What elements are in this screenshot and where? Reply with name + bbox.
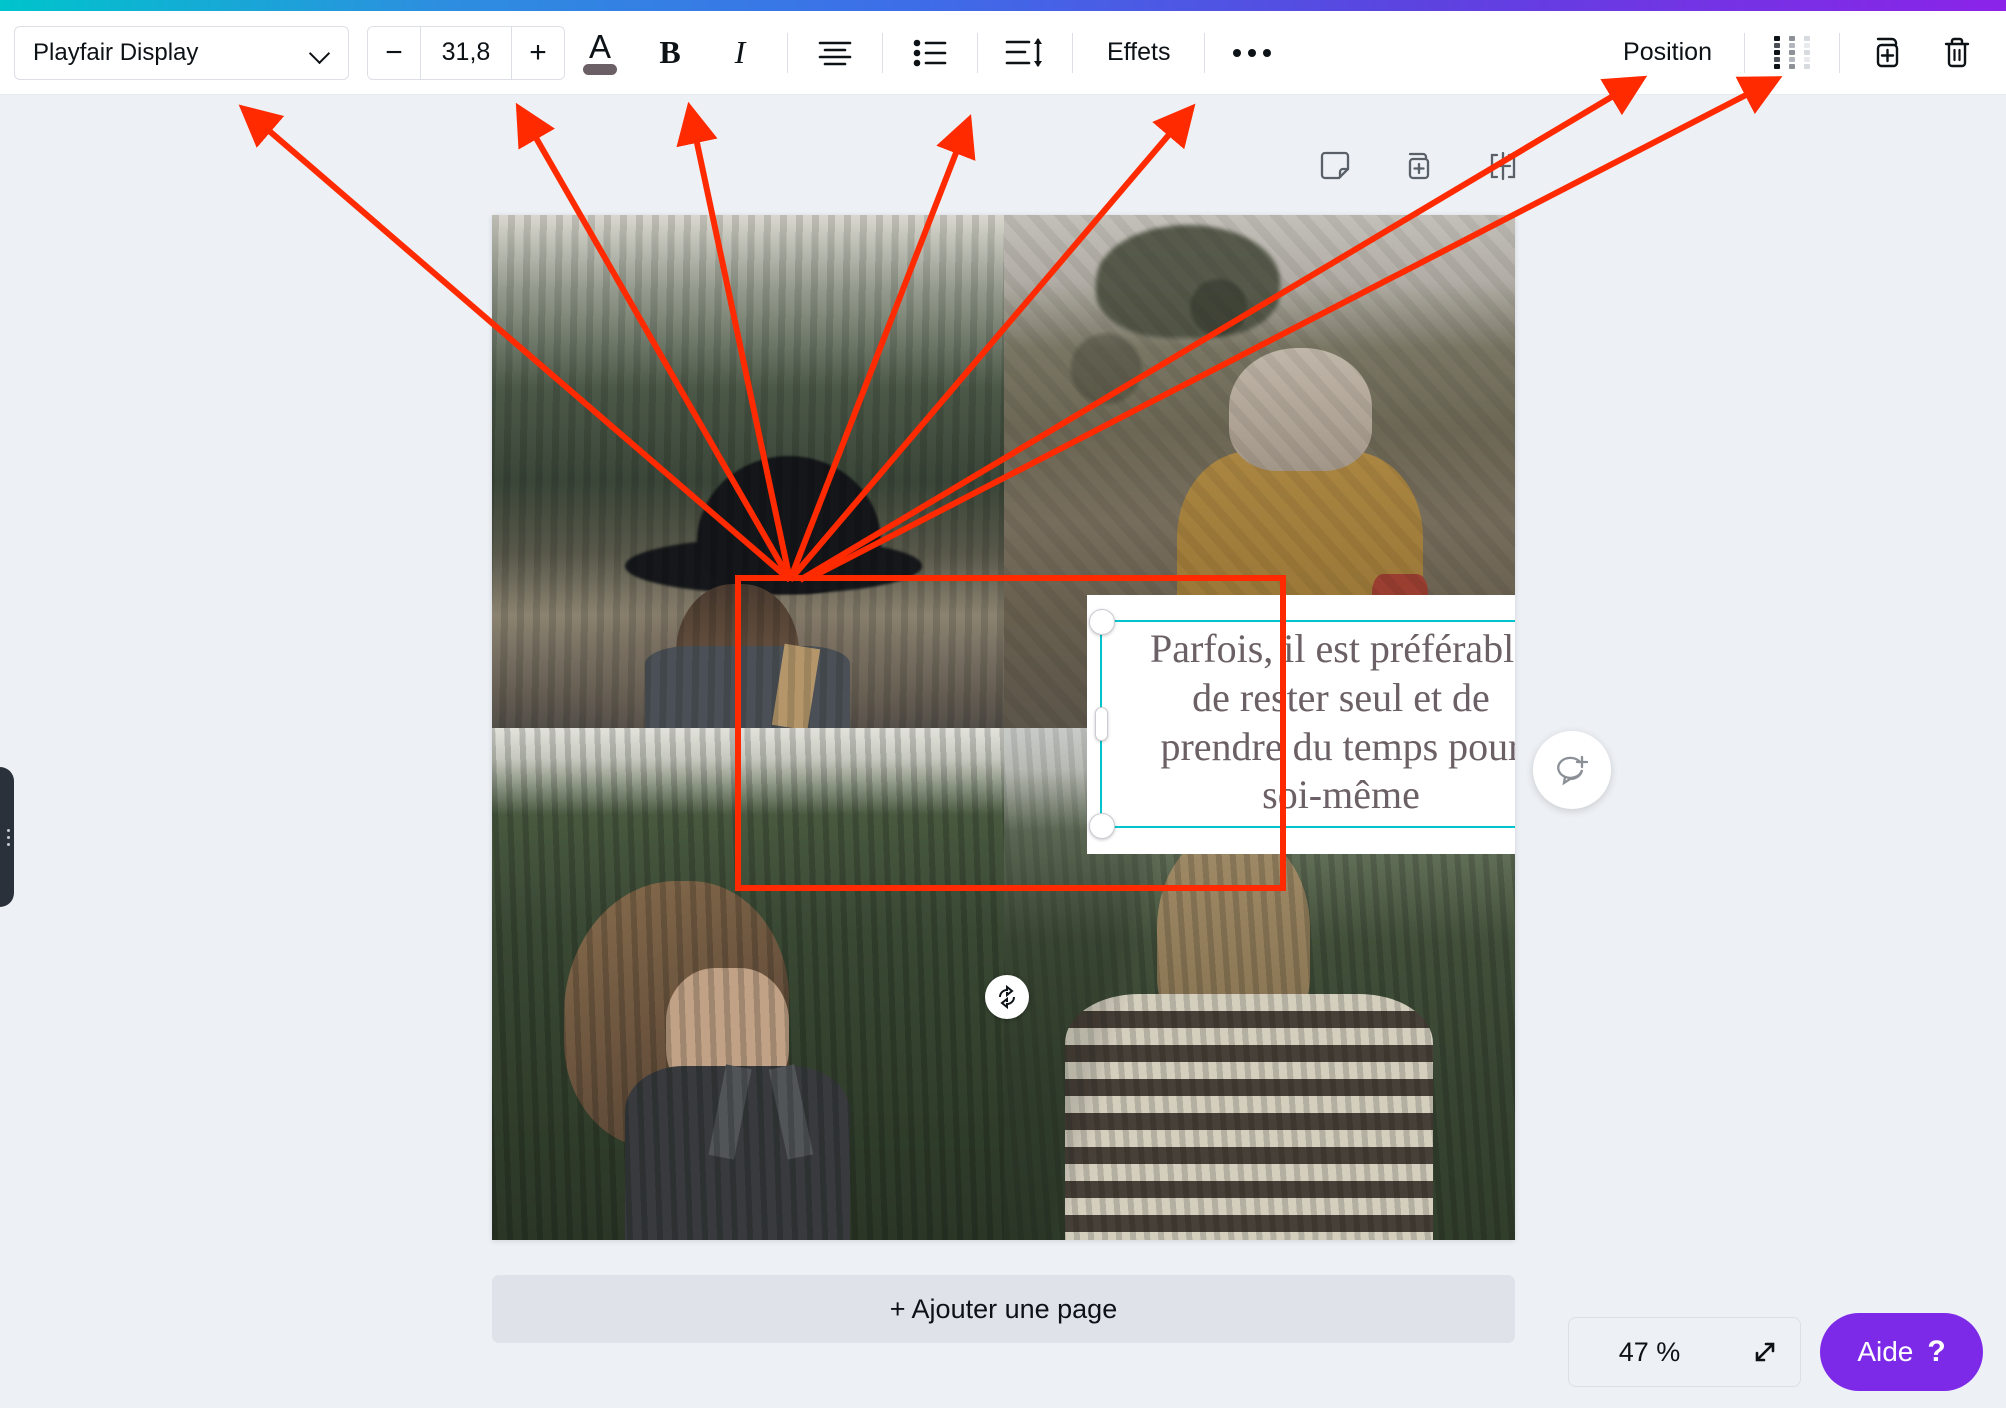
font-size-decrease-button[interactable]: −: [368, 26, 420, 79]
add-page-button[interactable]: + Ajouter une page: [492, 1275, 1515, 1343]
text-color-button[interactable]: A: [571, 24, 629, 82]
toolbar-divider: [787, 32, 788, 73]
text-align-button[interactable]: [806, 24, 864, 82]
help-label: Aide: [1857, 1336, 1914, 1367]
bullet-list-button[interactable]: [901, 24, 959, 82]
resize-handle-top-left[interactable]: [1089, 609, 1115, 635]
font-family-select[interactable]: Playfair Display: [14, 25, 349, 80]
font-size-input[interactable]: 31,8: [420, 26, 512, 79]
italic-icon: I: [734, 34, 746, 70]
canva-editor: Playfair Display − 31,8 + A B I Effets P…: [0, 0, 2006, 1408]
expand-button[interactable]: [1730, 1333, 1800, 1371]
duplicate-page-icon: [1408, 152, 1430, 180]
line-spacing-icon: [1005, 37, 1042, 67]
toolbar-divider: [1839, 32, 1840, 73]
left-panel-toggle[interactable]: [0, 767, 14, 907]
bullet-list-icon: [913, 39, 947, 66]
panel-toggle-icon: [7, 835, 10, 839]
expand-icon: [1755, 1342, 1775, 1362]
zoom-level-value: 47 %: [1618, 1336, 1681, 1367]
zoom-control[interactable]: 47 %: [1568, 1317, 1801, 1387]
resize-handle-middle-left[interactable]: [1095, 707, 1108, 741]
photo-woman-curly-hair-forest[interactable]: [492, 727, 1004, 1240]
add-comment-button[interactable]: [1533, 731, 1611, 809]
toolbar-divider: [882, 32, 883, 73]
top-gradient-bar: [0, 0, 2006, 11]
transparency-button[interactable]: [1763, 24, 1821, 82]
font-family-label: Playfair Display: [33, 38, 199, 66]
font-size-stepper: − 31,8 +: [367, 25, 565, 80]
font-size-increase-button[interactable]: +: [512, 26, 564, 79]
line-spacing-button[interactable]: [996, 24, 1054, 82]
bold-button[interactable]: B: [641, 24, 699, 82]
page-tools: [1314, 145, 1524, 187]
toolbar-divider: [1072, 32, 1073, 73]
add-page-icon: [1490, 151, 1516, 181]
effects-button[interactable]: Effets: [1085, 26, 1192, 80]
text-toolbar: Playfair Display − 31,8 + A B I Effets P…: [0, 11, 2006, 95]
rotate-handle[interactable]: [985, 975, 1029, 1019]
resize-handle-bottom-left[interactable]: [1089, 813, 1115, 839]
duplicate-icon: [1876, 37, 1899, 67]
canvas-area: Parfois, il est préférable de rester seu…: [0, 95, 2006, 1408]
help-question-mark: ?: [1927, 1335, 1946, 1368]
photo-woman-with-hat-by-lake[interactable]: [492, 215, 1004, 728]
selection-bounding-box: [1089, 609, 1515, 839]
design-page[interactable]: Parfois, il est préférable de rester seu…: [492, 215, 1515, 1240]
more-options-button[interactable]: [1223, 24, 1281, 82]
toolbar-divider: [1744, 32, 1745, 73]
bold-icon: B: [659, 34, 681, 70]
duplicate-button[interactable]: [1858, 24, 1916, 82]
position-button[interactable]: Position: [1603, 26, 1732, 80]
delete-button[interactable]: [1928, 24, 1986, 82]
toolbar-divider: [977, 32, 978, 73]
sticky-note-icon: [1320, 151, 1350, 180]
duplicate-page-button[interactable]: [1398, 145, 1440, 187]
transparency-icon: [1774, 35, 1810, 70]
align-center-icon: [818, 41, 852, 65]
text-color-icon: A: [580, 28, 620, 75]
toolbar-divider: [1204, 32, 1206, 73]
chevron-down-icon: [310, 42, 332, 64]
notes-button[interactable]: [1314, 145, 1356, 187]
trash-icon: [1944, 37, 1970, 67]
add-comment-icon: [1557, 755, 1589, 786]
more-options-icon: [1233, 48, 1272, 57]
rotate-icon: [999, 984, 1015, 1010]
selected-text-element[interactable]: Parfois, il est préférable de rester seu…: [1087, 595, 1515, 854]
help-button[interactable]: Aide ?: [1820, 1313, 1983, 1391]
italic-button[interactable]: I: [711, 24, 769, 82]
add-page-button-top[interactable]: [1482, 145, 1524, 187]
